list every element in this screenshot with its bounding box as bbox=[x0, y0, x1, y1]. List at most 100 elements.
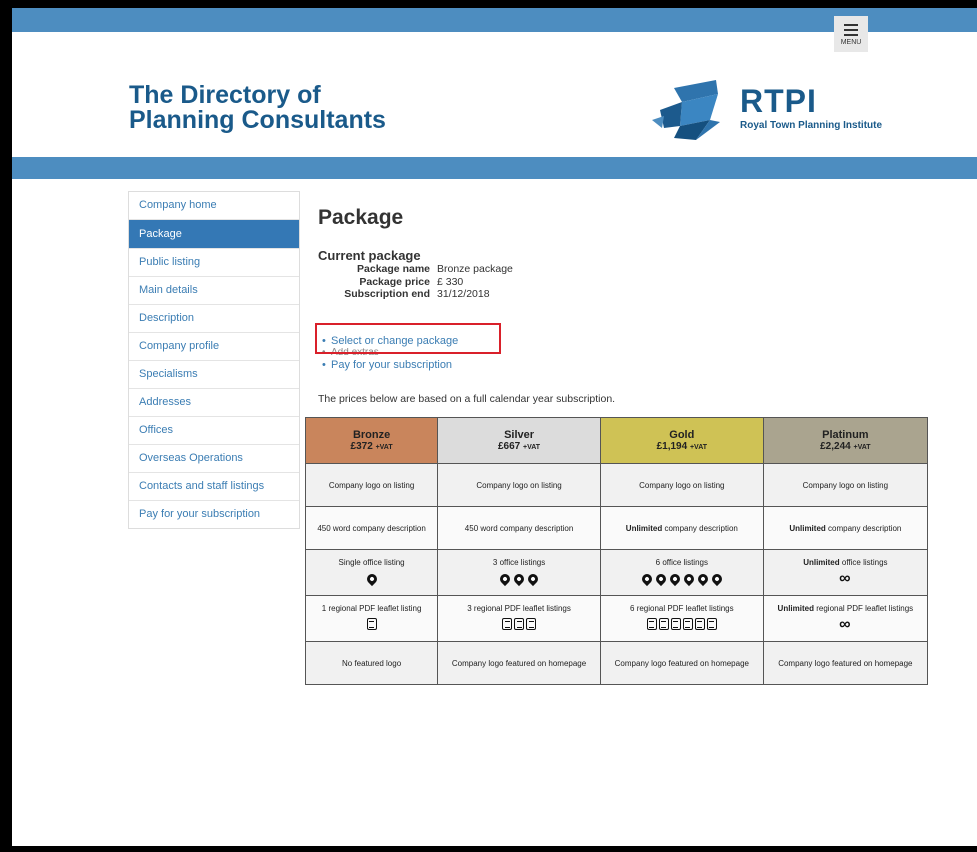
location-pin-icon bbox=[497, 571, 513, 587]
site-title-line2: Planning Consultants bbox=[129, 106, 386, 134]
offices-text: office listings bbox=[839, 558, 888, 567]
document-icon bbox=[682, 618, 693, 630]
subscription-end-value: 31/12/2018 bbox=[437, 288, 490, 300]
table-cell: 450 word company description bbox=[304, 506, 439, 550]
tier-gold[interactable]: Gold £1,194 +VAT bbox=[599, 417, 764, 464]
vat-suffix: +VAT bbox=[853, 444, 871, 451]
tier-platinum[interactable]: Platinum £2,244 +VAT bbox=[762, 417, 929, 464]
infinity-icon: ∞ bbox=[839, 616, 852, 633]
table-cell: Company logo featured on homepage bbox=[762, 641, 929, 685]
rtpi-logo-text: RTPI bbox=[740, 83, 817, 119]
current-package-title: Current package bbox=[318, 248, 421, 263]
subscription-end-row: Subscription end 31/12/2018 bbox=[318, 288, 513, 301]
location-pin-icon bbox=[709, 571, 724, 587]
pdf-text: 6 regional PDF leaflet listings bbox=[630, 604, 734, 613]
offices-text: Single office listing bbox=[338, 558, 405, 567]
table-cell: Single office listing bbox=[304, 549, 439, 596]
tier-silver[interactable]: Silver £667 +VAT bbox=[437, 417, 601, 464]
tier-name: Gold bbox=[669, 429, 695, 441]
document-icon bbox=[658, 618, 669, 630]
tier-name: Platinum bbox=[822, 429, 869, 441]
document-icon bbox=[502, 618, 513, 630]
package-comparison-table: Bronze £372 +VAT Silver £667 +VAT Gold £… bbox=[304, 417, 929, 685]
pdf-text: 1 regional PDF leaflet listing bbox=[321, 604, 422, 613]
rtpi-logo-icon bbox=[652, 80, 720, 140]
document-icon bbox=[694, 618, 705, 630]
sidebar-item-addresses[interactable]: Addresses bbox=[129, 389, 299, 417]
location-pin-icons bbox=[307, 571, 436, 587]
location-pin-icons bbox=[602, 571, 762, 587]
sidebar-item-overseas-operations[interactable]: Overseas Operations bbox=[129, 445, 299, 473]
table-cell: 6 office listings bbox=[599, 549, 764, 596]
table-cell: Company logo on listing bbox=[762, 463, 929, 507]
rtpi-logo-subtext: Royal Town Planning Institute bbox=[740, 120, 883, 131]
sidebar-item-contacts[interactable]: Contacts and staff listings bbox=[129, 473, 299, 501]
prices-note: The prices below are based on a full cal… bbox=[318, 393, 616, 405]
sidebar-item-company-home[interactable]: Company home bbox=[129, 192, 299, 220]
desc-text: company description bbox=[662, 523, 738, 533]
table-cell: Unlimited company description bbox=[762, 506, 929, 550]
current-package-panel: Current package Package name Bronze pack… bbox=[318, 248, 513, 301]
table-cell: 3 regional PDF leaflet listings bbox=[437, 595, 601, 642]
sidebar-item-specialisms[interactable]: Specialisms bbox=[129, 361, 299, 389]
unlimited-label: Unlimited bbox=[625, 523, 663, 533]
pdf-text: regional PDF leaflet listings bbox=[814, 604, 914, 613]
pay-subscription-link[interactable]: Pay for your subscription bbox=[318, 358, 458, 372]
sidebar-item-description[interactable]: Description bbox=[129, 305, 299, 333]
location-pin-icon bbox=[511, 571, 527, 587]
table-cell: No featured logo bbox=[304, 641, 439, 685]
location-pin-icons bbox=[439, 571, 599, 587]
page-title: Package bbox=[318, 206, 404, 229]
offices-text: 3 office listings bbox=[492, 558, 546, 567]
unlimited-label: Unlimited bbox=[789, 523, 826, 533]
table-cell: Company logo on listing bbox=[437, 463, 601, 507]
sidebar-item-pay[interactable]: Pay for your subscription bbox=[129, 501, 299, 528]
tier-price: £1,194 bbox=[656, 441, 688, 452]
package-name-value: Bronze package bbox=[437, 263, 513, 275]
document-icon bbox=[514, 618, 525, 630]
location-pin-icon bbox=[653, 571, 668, 587]
browser-page: MENU The Directory of Planning Consultan… bbox=[12, 8, 977, 846]
package-name-row: Package name Bronze package bbox=[318, 263, 513, 276]
package-price-label: Package price bbox=[359, 275, 430, 288]
location-pin-icon bbox=[695, 571, 710, 587]
site-title-line1: The Directory of bbox=[129, 81, 321, 109]
tier-price: £2,244 bbox=[820, 441, 851, 452]
sidebar-item-public-listing[interactable]: Public listing bbox=[129, 249, 299, 277]
sidebar-item-offices[interactable]: Offices bbox=[129, 417, 299, 445]
document-icon bbox=[706, 618, 717, 630]
table-cell: 6 regional PDF leaflet listings bbox=[599, 595, 764, 642]
location-pin-icon bbox=[364, 571, 379, 587]
table-cell: Unlimited office listings ∞ bbox=[762, 549, 929, 596]
table-row: 450 word company description 450 word co… bbox=[304, 506, 929, 550]
top-bar bbox=[12, 8, 977, 32]
table-cell: 3 office listings bbox=[437, 549, 601, 596]
table-row: Single office listing 3 office listings … bbox=[304, 549, 929, 596]
tier-name: Bronze bbox=[352, 429, 391, 441]
tier-price: £667 bbox=[498, 441, 521, 452]
table-cell: 450 word company description bbox=[437, 506, 601, 550]
table-cell: Company logo featured on homepage bbox=[599, 641, 764, 685]
sidebar-nav: Company home Package Public listing Main… bbox=[128, 191, 300, 529]
sidebar-item-package[interactable]: Package bbox=[129, 220, 299, 249]
document-icons bbox=[439, 617, 599, 633]
tier-price: £372 bbox=[350, 441, 373, 452]
location-pin-icon bbox=[639, 571, 654, 587]
menu-button[interactable]: MENU bbox=[834, 16, 868, 52]
rtpi-logo[interactable]: RTPI Royal Town Planning Institute bbox=[652, 76, 892, 156]
table-row: 1 regional PDF leaflet listing 3 regiona… bbox=[304, 595, 929, 642]
sidebar-item-company-profile[interactable]: Company profile bbox=[129, 333, 299, 361]
desc-text: company description bbox=[825, 523, 902, 533]
location-pin-icon bbox=[525, 571, 541, 587]
hamburger-icon bbox=[844, 24, 858, 36]
site-title[interactable]: The Directory of Planning Consultants bbox=[129, 83, 386, 133]
tier-bronze[interactable]: Bronze £372 +VAT bbox=[304, 417, 439, 464]
table-cell: Unlimited regional PDF leaflet listings ∞ bbox=[762, 595, 929, 642]
document-icon bbox=[526, 618, 537, 630]
sidebar-item-main-details[interactable]: Main details bbox=[129, 277, 299, 305]
document-icon bbox=[366, 618, 377, 630]
vat-suffix: +VAT bbox=[375, 444, 393, 451]
highlight-annotation bbox=[315, 323, 501, 354]
document-icon bbox=[646, 618, 657, 630]
table-cell: 1 regional PDF leaflet listing bbox=[304, 595, 439, 642]
